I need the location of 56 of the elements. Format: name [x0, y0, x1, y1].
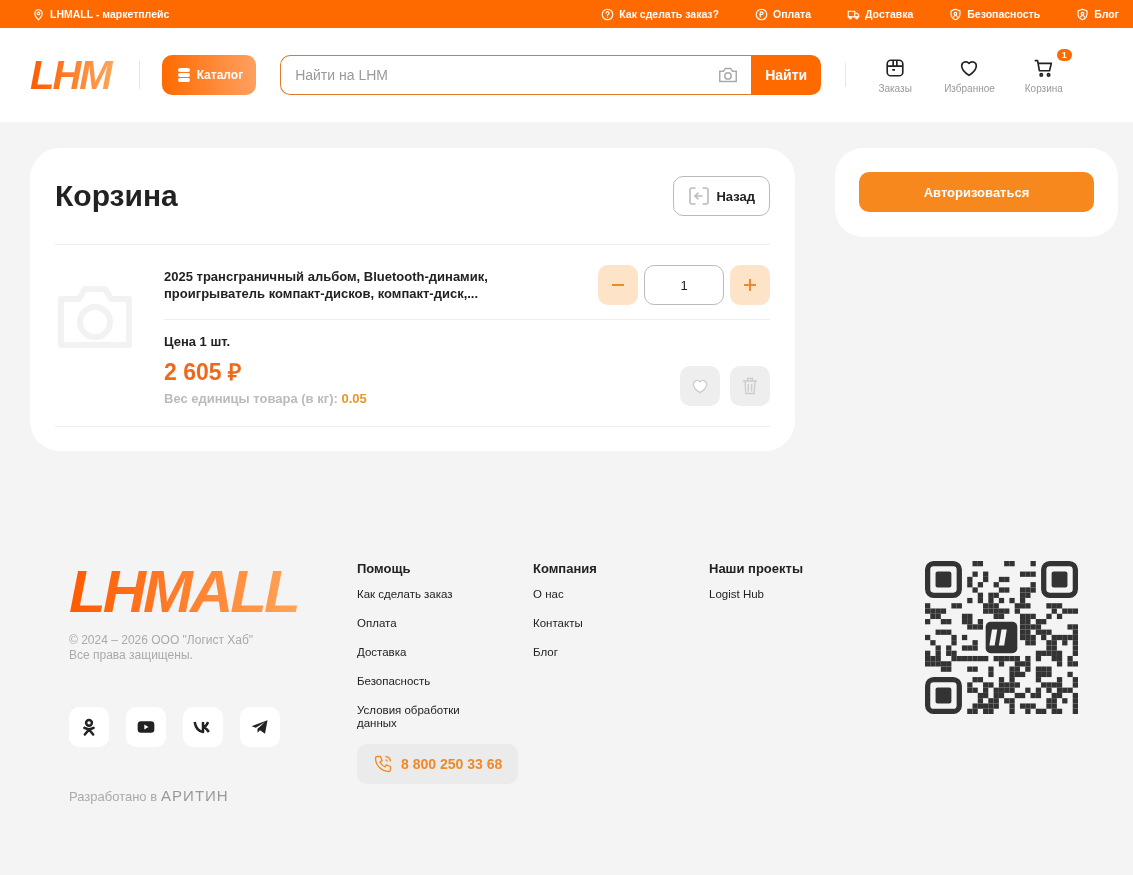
- plus-icon: [743, 278, 757, 292]
- developer-logo[interactable]: АРИТИН: [161, 787, 229, 804]
- trash-icon: [740, 376, 760, 396]
- footer-link[interactable]: Контакты: [533, 617, 663, 630]
- top-nav-link[interactable]: Доставка: [847, 7, 914, 21]
- question-icon: [601, 7, 615, 21]
- coin-icon: [755, 7, 768, 21]
- favorite-button[interactable]: [680, 366, 720, 406]
- stack-icon: [176, 67, 191, 83]
- shield-icon: [949, 7, 963, 21]
- marketplace-name: LHMALL - маркетплейс: [50, 8, 170, 20]
- footer-link[interactable]: Безопасность: [357, 675, 487, 688]
- developer-credit: Разработано в: [69, 789, 158, 804]
- social-button[interactable]: [183, 707, 223, 747]
- top-nav-link[interactable]: Как сделать заказ?: [601, 7, 719, 21]
- footer-heading: Компания: [533, 561, 598, 576]
- unit-weight: Вес единицы товара (в кг): 0.05: [164, 391, 367, 406]
- footer-link[interactable]: Доставка: [357, 646, 487, 659]
- top-nav-link[interactable]: Безопасность: [949, 7, 1041, 21]
- catalog-button[interactable]: Каталог: [161, 55, 257, 95]
- footer-heading: Наши проекты: [709, 561, 804, 576]
- header-action[interactable]: Корзина 1: [1014, 48, 1073, 94]
- shield-icon: [1076, 7, 1090, 21]
- phone-button[interactable]: 8 800 250 33 68: [357, 744, 519, 784]
- social-button[interactable]: [126, 707, 166, 747]
- quantity-field[interactable]: 1: [644, 265, 724, 305]
- header-action[interactable]: Заказы: [866, 48, 925, 94]
- page-title: Корзина: [55, 179, 178, 213]
- price: 2 605 ₽: [164, 358, 242, 387]
- search-button[interactable]: Найти: [751, 55, 822, 95]
- footer-link[interactable]: Как сделать заказ: [357, 588, 487, 601]
- footer-link[interactable]: Оплата: [357, 617, 487, 630]
- copyright-text: © 2024 – 2026 ООО "Логист Хаб": [69, 633, 255, 648]
- exit-icon: [688, 186, 711, 206]
- footer-link[interactable]: Logist Hub: [709, 588, 839, 601]
- count-badge: 1: [1056, 48, 1072, 61]
- pin-icon: [32, 7, 45, 21]
- top-nav-link[interactable]: Блог: [1076, 7, 1119, 21]
- phone-icon: [373, 754, 393, 774]
- product-name[interactable]: 2025 трансграничный альбом, Bluetooth-динамик, проигрыватель компакт-дисков, компакт-диск,...: [164, 268, 544, 302]
- top-nav-link[interactable]: Оплата: [755, 7, 811, 21]
- back-button[interactable]: Назад: [673, 176, 770, 216]
- footer-link[interactable]: Условия обработки данных: [357, 704, 487, 730]
- login-button[interactable]: Авторизоваться: [859, 172, 1094, 212]
- box-icon: [884, 56, 907, 79]
- increase-button[interactable]: [730, 265, 770, 305]
- footer-link[interactable]: О нас: [533, 588, 663, 601]
- footer-heading: Помощь: [357, 561, 412, 576]
- header-action[interactable]: Избранное: [938, 48, 1001, 94]
- search-field[interactable]: Найти на LHM: [280, 55, 752, 95]
- delete-button[interactable]: [730, 366, 770, 406]
- price-label: Цена 1 шт.: [164, 334, 232, 349]
- social-button[interactable]: [69, 707, 109, 747]
- copyright-text: Все права защищены.: [69, 648, 194, 663]
- social-button[interactable]: [240, 707, 280, 747]
- footer-link[interactable]: Блог: [533, 646, 663, 659]
